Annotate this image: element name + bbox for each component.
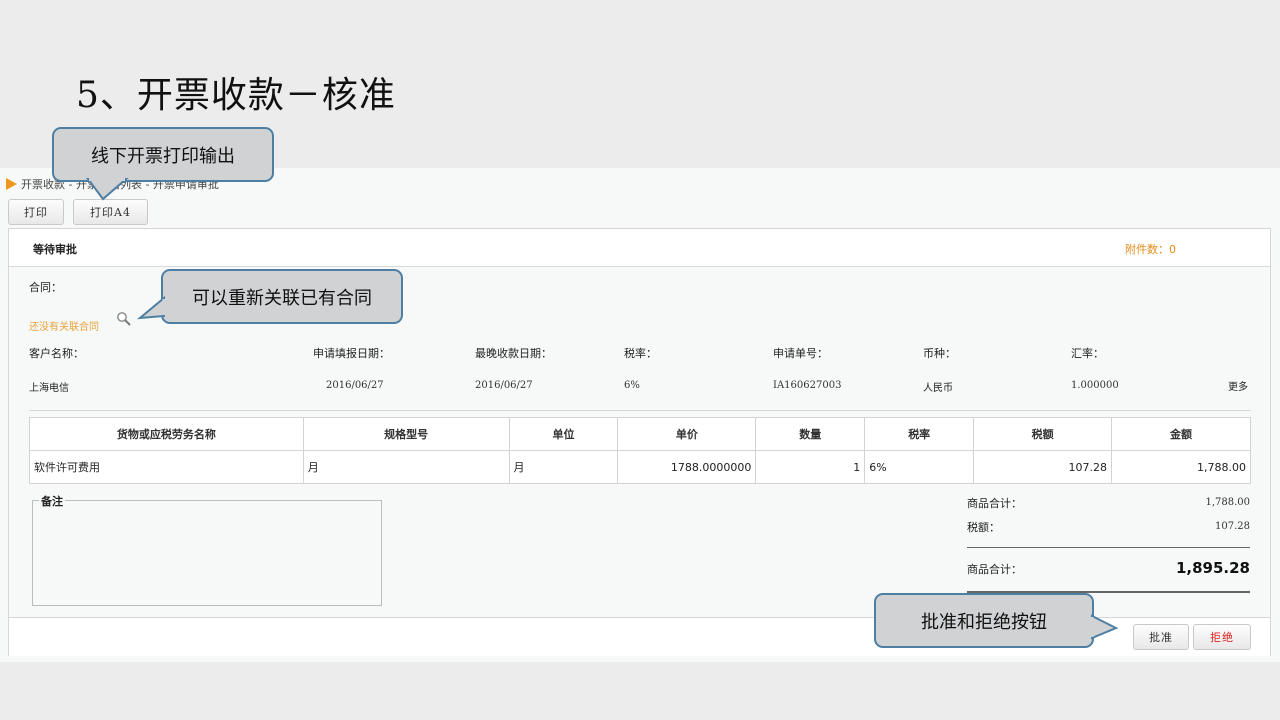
apply-date-label: 申请填报日期： [313, 347, 390, 360]
tax-rate-value: 6% [624, 380, 640, 391]
apply-no-label: 申请单号： [773, 347, 828, 360]
grand-total-label: 商品合计： [967, 563, 1022, 576]
magnifier-icon[interactable] [116, 311, 132, 327]
grand-total-value: 1,895.28 [1175, 559, 1250, 577]
tax-total-value: 107.28 [1215, 521, 1250, 532]
callout-buttons: 批准和拒绝按钮 [874, 593, 1094, 648]
customer-value: 上海电信 [29, 383, 69, 394]
items-table: 货物或应税劳务名称 规格型号 单位 单价 数量 税率 税额 金额 软件许可费用 … [29, 417, 1251, 484]
col-header-rate: 税率 [864, 417, 975, 451]
callout-buttons-text: 批准和拒绝按钮 [921, 611, 1047, 633]
col-header-amount: 金额 [1111, 417, 1251, 451]
attachments-count[interactable]: 附件数：0 [1125, 241, 1176, 257]
cell-qty: 1 [755, 450, 866, 484]
remarks-box[interactable]: 备注 [32, 493, 382, 606]
table-header-row: 货物或应税劳务名称 规格型号 单位 单价 数量 税率 税额 金额 [29, 417, 1251, 451]
reject-button[interactable]: 拒绝 [1193, 624, 1251, 650]
col-header-unit: 单位 [508, 417, 619, 451]
cell-rate: 6% [864, 450, 975, 484]
more-link[interactable]: 更多 [1228, 378, 1248, 393]
callout-buttons-pointer [1090, 614, 1119, 640]
callout-relink-text: 可以重新关联已有合同 [192, 287, 372, 309]
contract-label: 合同： [29, 281, 62, 294]
customer-label: 客户名称： [29, 347, 84, 360]
status-bar: 等待审批 附件数：0 [9, 229, 1270, 267]
currency-value: 人民币 [923, 383, 953, 394]
divider [29, 410, 1251, 411]
apply-date-value: 2016/06/27 [326, 380, 384, 391]
currency-label: 币种： [923, 347, 956, 360]
col-header-name: 货物或应税劳务名称 [29, 417, 304, 451]
print-button[interactable]: 打印 [8, 199, 64, 225]
app-window: 开票收款 - 开票申请列表 - 开票申请审批 打印 打印A4 等待审批 附件数：… [0, 168, 1280, 662]
latest-date-value: 2016/06/27 [475, 380, 533, 391]
cell-unit: 月 [508, 450, 619, 484]
subtotal-label: 商品合计： [967, 497, 1022, 510]
approve-button[interactable]: 批准 [1133, 624, 1189, 650]
cell-spec: 月 [302, 450, 510, 484]
cell-name: 软件许可费用 [29, 450, 304, 484]
no-contract-link[interactable]: 还没有关联合同 [29, 318, 99, 333]
callout-print-pointer [86, 178, 129, 201]
col-header-spec: 规格型号 [302, 417, 510, 451]
summary-divider [967, 547, 1250, 548]
exchange-value: 1.000000 [1071, 380, 1119, 391]
col-header-tax: 税额 [973, 417, 1113, 451]
col-header-qty: 数量 [755, 417, 866, 451]
cell-price: 1788.0000000 [617, 450, 757, 484]
slide-title: 5、开票收款－核准 [76, 75, 396, 116]
print-a4-button[interactable]: 打印A4 [73, 199, 148, 225]
callout-print-text: 线下开票打印输出 [91, 145, 235, 167]
callout-relink: 可以重新关联已有合同 [161, 269, 403, 324]
callout-print: 线下开票打印输出 [52, 127, 274, 182]
status-text: 等待审批 [33, 243, 77, 256]
cell-tax: 107.28 [973, 450, 1113, 484]
cell-amount: 1,788.00 [1111, 450, 1251, 484]
subtotal-value: 1,788.00 [1205, 497, 1250, 508]
breadcrumb-arrow-icon [6, 178, 17, 190]
callout-relink-pointer [136, 296, 166, 320]
exchange-label: 汇率： [1071, 347, 1104, 360]
latest-date-label: 最晚收款日期： [475, 347, 552, 360]
tax-total-label: 税额： [967, 521, 1000, 534]
table-row: 软件许可费用 月 月 1788.0000000 1 6% 107.28 1,78… [29, 450, 1251, 484]
remarks-label: 备注 [39, 493, 65, 509]
apply-no-value: IA160627003 [773, 380, 842, 391]
col-header-price: 单价 [617, 417, 757, 451]
tax-rate-label: 税率： [624, 347, 657, 360]
